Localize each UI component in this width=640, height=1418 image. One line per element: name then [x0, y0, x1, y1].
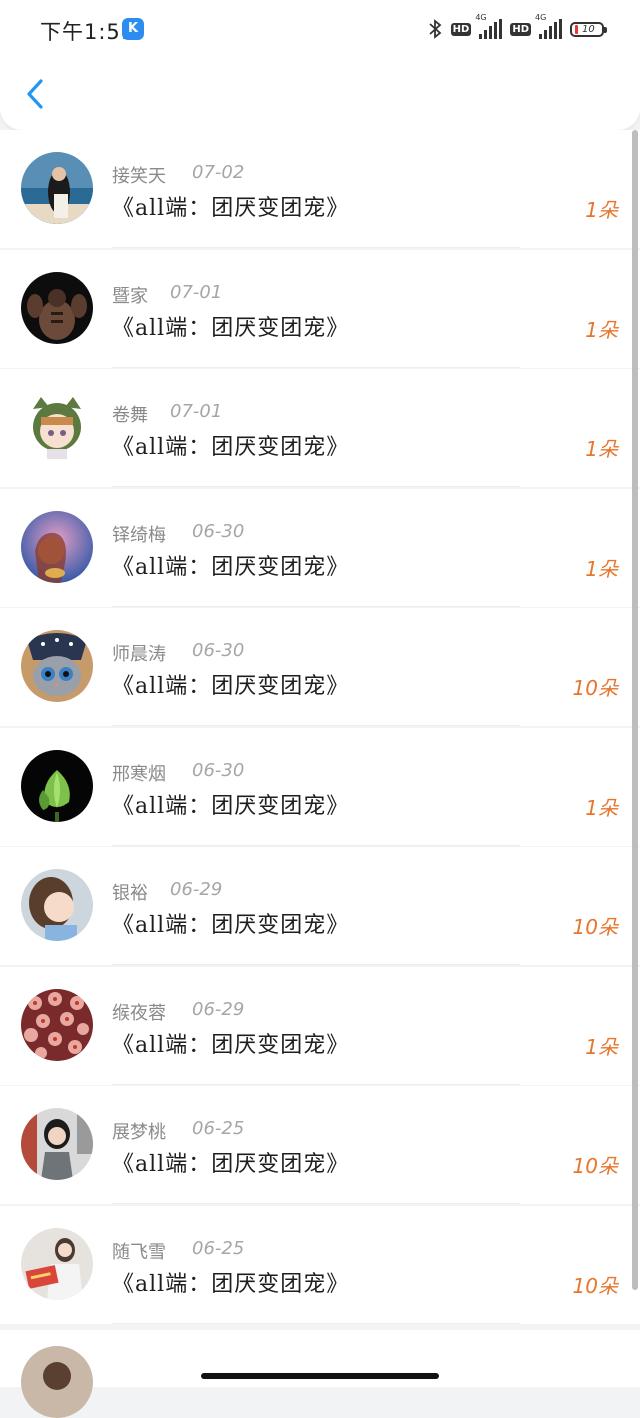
row-divider — [112, 844, 520, 846]
flower-count: 1朵 — [585, 198, 618, 222]
flower-count: 1朵 — [585, 1034, 618, 1059]
app-notification-icon: K — [122, 18, 144, 40]
gift-date: 06-30 — [192, 520, 245, 542]
user-name: 卷舞 — [112, 405, 148, 426]
avatar — [21, 152, 93, 224]
gift-date: 06-25 — [192, 1118, 245, 1139]
avatar — [21, 630, 93, 702]
book-title: 《all端：团厌变团宠》 — [112, 196, 350, 221]
user-name: 随飞雪 — [112, 1241, 166, 1263]
avatar — [21, 391, 93, 463]
row-divider — [112, 366, 520, 368]
avatar — [21, 749, 93, 822]
hd-icon-2: HD — [510, 22, 531, 36]
book-title: 《all端：团厌变团宠》 — [112, 913, 350, 938]
gift-date: 06-25 — [192, 1237, 245, 1259]
gift-date: 07-02 — [192, 162, 245, 183]
list-item[interactable]: 银裕 06-29 《all端：团厌变团宠》 10朵 — [0, 847, 640, 965]
avatar — [21, 1108, 93, 1180]
user-name: 邢寒烟 — [112, 763, 166, 785]
network-type-label-2: 4G — [535, 13, 547, 22]
row-divider — [112, 1083, 520, 1085]
gift-date: 07-01 — [170, 281, 223, 303]
book-title: 《all端：团厌变团宠》 — [112, 1032, 350, 1058]
row-divider — [112, 964, 520, 965]
book-title: 《all端：团厌变团宠》 — [112, 1271, 350, 1297]
chevron-left-icon — [27, 79, 43, 109]
row-divider — [112, 486, 520, 487]
list-item[interactable]: 随飞雪 06-25 《all端：团厌变团宠》 10朵 — [0, 1205, 640, 1324]
status-time: 下午1:51 — [40, 20, 136, 44]
signal-icon: 4G — [475, 13, 503, 39]
status-icons: HD 4G HD 4G 10 — [427, 13, 607, 42]
book-title: 《all端：团厌变团宠》 — [112, 435, 350, 460]
hd-icon: HD — [450, 22, 472, 36]
nav-bar — [0, 58, 640, 130]
row-divider — [112, 605, 520, 607]
status-bar: 下午1:51 K HD 4G HD 4G 10 — [0, 0, 640, 58]
user-name: 铎绮梅 — [112, 524, 166, 546]
user-name: 展梦桃 — [112, 1122, 166, 1143]
battery-level: 10 — [582, 23, 595, 35]
flower-count: 1朵 — [585, 795, 618, 820]
row-divider — [112, 1203, 520, 1204]
flower-count: 10朵 — [572, 915, 618, 939]
list-item[interactable]: 展梦桃 06-25 《all端：团厌变团宠》 10朵 — [0, 1086, 640, 1204]
flower-count: 1朵 — [585, 556, 618, 581]
row-divider — [112, 247, 520, 248]
row-divider — [112, 1322, 520, 1324]
user-name: 暨家 — [112, 285, 148, 307]
avatar — [21, 1227, 93, 1300]
scrollbar[interactable] — [632, 130, 638, 1290]
list-item[interactable]: 缑夜蓉 06-29 《all端：团厌变团宠》 1朵 — [0, 966, 640, 1085]
book-title: 《all端：团厌变团宠》 — [112, 674, 350, 699]
list-item[interactable]: 接笑天 07-02 《all端：团厌变团宠》 1朵 — [0, 130, 640, 248]
row-divider — [112, 725, 520, 726]
list-item[interactable]: 师晨涛 06-30 《all端：团厌变团宠》 10朵 — [0, 608, 640, 726]
flower-count: 10朵 — [572, 1154, 618, 1178]
avatar — [21, 988, 93, 1061]
book-title: 《all端：团厌变团宠》 — [112, 793, 350, 819]
flower-count: 10朵 — [572, 676, 618, 700]
gift-date: 06-30 — [192, 759, 245, 781]
network-type-label: 4G — [475, 13, 487, 22]
avatar — [21, 271, 93, 344]
bluetooth-icon — [429, 19, 442, 39]
gift-date: 06-29 — [192, 998, 245, 1020]
user-name: 银裕 — [112, 883, 148, 904]
user-name: 师晨涛 — [112, 644, 166, 665]
book-title: 《all端：团厌变团宠》 — [112, 315, 350, 341]
flower-count: 1朵 — [585, 437, 618, 461]
signal-icon-2: 4G — [535, 13, 562, 39]
home-indicator[interactable] — [201, 1373, 439, 1379]
user-name: 缑夜蓉 — [112, 1002, 166, 1024]
avatar — [21, 510, 93, 583]
gift-list: 接笑天 07-02 《all端：团厌变团宠》 1朵 暨家 07-01 《all端… — [0, 130, 640, 1325]
user-name: 接笑天 — [112, 166, 166, 187]
list-item[interactable]: 邢寒烟 06-30 《all端：团厌变团宠》 1朵 — [0, 727, 640, 846]
battery-icon: 10 — [570, 21, 607, 37]
gift-date: 07-01 — [170, 401, 223, 422]
gift-date: 06-29 — [170, 879, 223, 900]
list-item[interactable]: 卷舞 07-01 《all端：团厌变团宠》 1朵 — [0, 369, 640, 487]
back-button[interactable] — [22, 76, 50, 112]
list-item[interactable]: 暨家 07-01 《all端：团厌变团宠》 1朵 — [0, 249, 640, 368]
list-item[interactable]: 铎绮梅 06-30 《all端：团厌变团宠》 1朵 — [0, 488, 640, 607]
avatar — [21, 1346, 93, 1418]
gift-date: 06-30 — [192, 640, 245, 661]
book-title: 《all端：团厌变团宠》 — [112, 554, 350, 580]
book-title: 《all端：团厌变团宠》 — [112, 1152, 350, 1177]
avatar — [21, 869, 93, 941]
flower-count: 10朵 — [572, 1273, 618, 1298]
flower-count: 1朵 — [585, 317, 618, 342]
